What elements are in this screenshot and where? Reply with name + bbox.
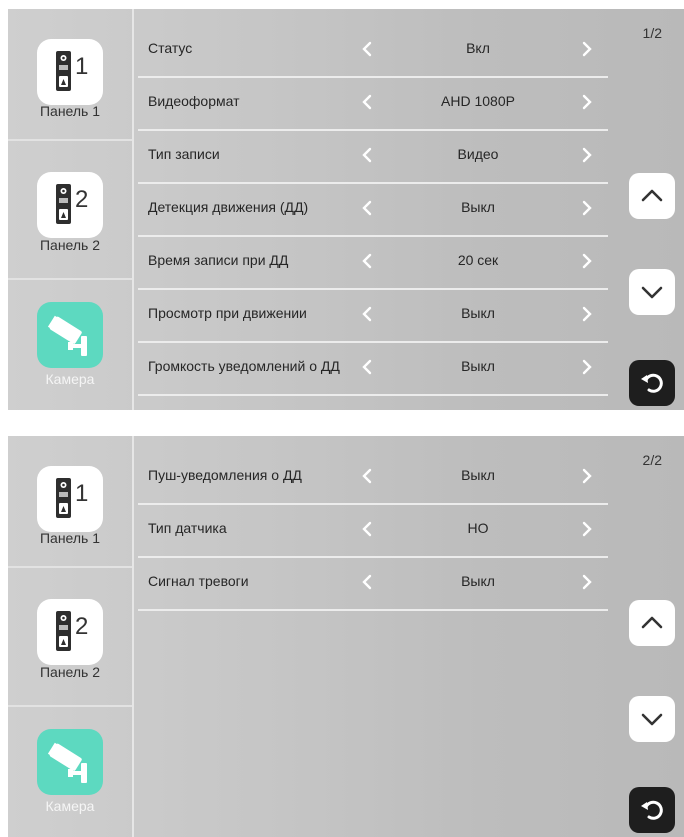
doorbell-panel-icon-graphic (56, 184, 71, 224)
sidebar-label-panel-1: Панель 1 (39, 103, 101, 119)
chevron-left-icon[interactable] (358, 465, 376, 487)
setting-value: 20 сек (457, 252, 499, 268)
chevron-left-icon[interactable] (358, 518, 376, 540)
setting-value: Выкл (461, 358, 495, 374)
cctv-camera-icon (37, 729, 103, 795)
doorbell-panel-icon: 1 (37, 39, 103, 105)
setting-label: Просмотр при движении (148, 305, 307, 321)
page-indicator: 2/2 (642, 452, 662, 468)
chevron-right-icon[interactable] (578, 38, 596, 60)
scroll-up-button[interactable] (629, 600, 675, 646)
setting-value: Вкл (466, 40, 490, 56)
chevron-down-icon (641, 713, 663, 726)
sidebar-item-panel-2[interactable]: 2 Панель 2 (8, 568, 132, 707)
sidebar-item-camera[interactable]: Камера (8, 280, 132, 410)
chevron-left-icon[interactable] (358, 356, 376, 378)
setting-label: Тип записи (148, 146, 220, 162)
setting-row-status: Статус Вкл (138, 25, 608, 78)
setting-label: Пуш-уведомления о ДД (148, 467, 302, 483)
setting-label: Видеоформат (148, 93, 240, 109)
chevron-right-icon[interactable] (578, 303, 596, 325)
chevron-left-icon[interactable] (358, 91, 376, 113)
setting-row-push-notifications: Пуш-уведомления о ДД Выкл (138, 452, 608, 505)
chevron-left-icon[interactable] (358, 250, 376, 272)
doorbell-panel-icon-graphic (56, 51, 71, 91)
setting-label: Сигнал тревоги (148, 573, 249, 589)
cctv-camera-icon-graphic (47, 315, 87, 356)
setting-value: НО (467, 520, 489, 536)
scroll-down-button[interactable] (629, 696, 675, 742)
sidebar-item-panel-1[interactable]: 1 Панель 1 (8, 436, 132, 568)
panel-number: 1 (75, 53, 89, 80)
chevron-right-icon[interactable] (578, 518, 596, 540)
sidebar: 1 Панель 1 2 Панель 2 Камера (8, 436, 134, 837)
chevron-down-icon (641, 286, 663, 299)
sidebar-label-camera: Камера (45, 798, 95, 814)
cctv-camera-icon-graphic (47, 742, 87, 783)
settings-list: Пуш-уведомления о ДД Выкл Тип датчика НО… (138, 452, 608, 611)
setting-value: Выкл (461, 573, 495, 589)
back-button[interactable] (629, 360, 675, 406)
panel-number: 2 (75, 613, 89, 640)
sidebar-label-panel-1: Панель 1 (39, 530, 101, 546)
scroll-up-button[interactable] (629, 173, 675, 219)
sidebar-item-panel-1[interactable]: 1 Панель 1 (8, 9, 132, 141)
setting-row-motion-detection: Детекция движения (ДД) Выкл (138, 184, 608, 237)
chevron-right-icon[interactable] (578, 356, 596, 378)
setting-value: Выкл (461, 467, 495, 483)
chevron-up-icon (641, 189, 663, 202)
sidebar-label-panel-2: Панель 2 (39, 664, 101, 680)
page-indicator: 1/2 (642, 25, 662, 41)
setting-row-notification-volume: Громкость уведомлений о ДД Выкл (138, 343, 608, 396)
chevron-right-icon[interactable] (578, 91, 596, 113)
panel-number: 1 (75, 480, 89, 507)
setting-row-video-format: Видеоформат AHD 1080P (138, 78, 608, 131)
doorbell-panel-icon-graphic (56, 478, 71, 518)
chevron-right-icon[interactable] (578, 197, 596, 219)
sidebar: 1 Панель 1 2 Панель 2 Камера (8, 9, 134, 410)
chevron-right-icon[interactable] (578, 571, 596, 593)
setting-label: Время записи при ДД (148, 252, 289, 268)
sidebar-item-camera[interactable]: Камера (8, 707, 132, 837)
setting-row-sensor-type: Тип датчика НО (138, 505, 608, 558)
setting-label: Громкость уведомлений о ДД (148, 358, 340, 374)
setting-value: Выкл (461, 305, 495, 321)
doorbell-panel-icon: 1 (37, 466, 103, 532)
chevron-left-icon[interactable] (358, 144, 376, 166)
setting-row-alarm-signal: Сигнал тревоги Выкл (138, 558, 608, 611)
chevron-right-icon[interactable] (578, 144, 596, 166)
sidebar-label-camera: Камера (45, 371, 95, 387)
chevron-right-icon[interactable] (578, 465, 596, 487)
chevron-left-icon[interactable] (358, 303, 376, 325)
settings-list: Статус Вкл Видеоформат AHD 1080P Тип зап… (138, 25, 608, 396)
chevron-left-icon[interactable] (358, 38, 376, 60)
chevron-left-icon[interactable] (358, 571, 376, 593)
sidebar-item-panel-2[interactable]: 2 Панель 2 (8, 141, 132, 280)
doorbell-panel-icon: 2 (37, 599, 103, 665)
cctv-camera-icon (37, 302, 103, 368)
setting-value: Видео (457, 146, 499, 162)
doorbell-panel-icon: 2 (37, 172, 103, 238)
setting-row-record-type: Тип записи Видео (138, 131, 608, 184)
setting-row-motion-record-time: Время записи при ДД 20 сек (138, 237, 608, 290)
setting-value: AHD 1080P (441, 93, 515, 109)
back-button[interactable] (629, 787, 675, 833)
setting-value: Выкл (461, 199, 495, 215)
settings-screen-page-2: 1 Панель 1 2 Панель 2 Камера 2/2 Пуш-уве… (8, 436, 684, 837)
setting-row-motion-preview: Просмотр при движении Выкл (138, 290, 608, 343)
setting-label: Детекция движения (ДД) (148, 199, 309, 215)
chevron-up-icon (641, 616, 663, 629)
panel-number: 2 (75, 186, 89, 213)
back-arrow-icon (641, 800, 663, 820)
setting-label: Статус (148, 40, 193, 56)
chevron-right-icon[interactable] (578, 250, 596, 272)
sidebar-label-panel-2: Панель 2 (39, 237, 101, 253)
chevron-left-icon[interactable] (358, 197, 376, 219)
settings-screen-page-1: 1 Панель 1 2 Панель 2 Камера 1/2 Статус … (8, 9, 684, 410)
back-arrow-icon (641, 373, 663, 393)
doorbell-panel-icon-graphic (56, 611, 71, 651)
setting-label: Тип датчика (148, 520, 227, 536)
scroll-down-button[interactable] (629, 269, 675, 315)
